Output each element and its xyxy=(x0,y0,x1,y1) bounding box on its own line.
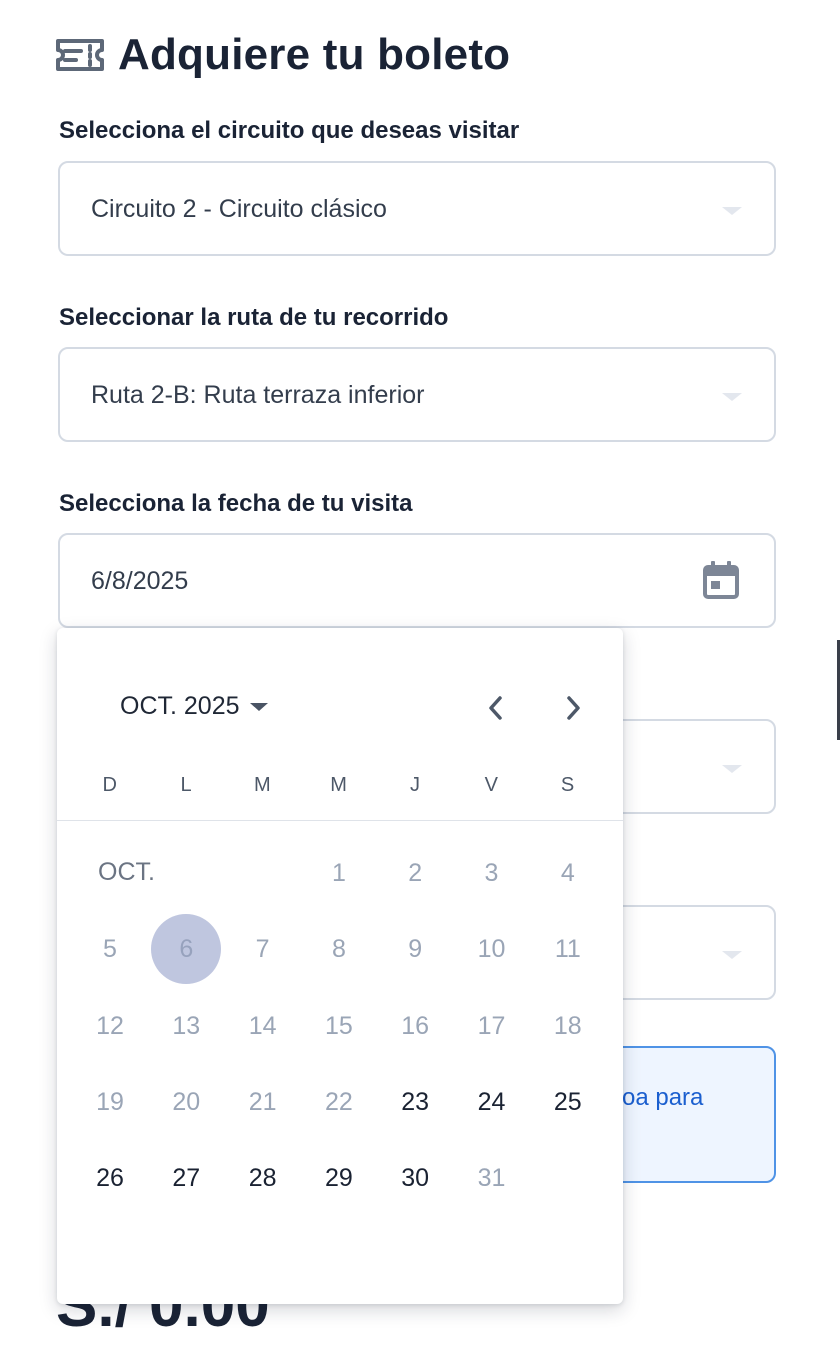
month-tag: OCT. xyxy=(98,858,155,886)
circuit-select-value: Circuito 2 - Circuito clásico xyxy=(91,195,387,223)
weekday-label: J xyxy=(409,774,421,796)
date-input[interactable]: 6/8/2025 xyxy=(58,533,776,628)
calendar-day[interactable]: 25 xyxy=(533,1067,603,1137)
info-notice-text: oa para xyxy=(622,1084,704,1111)
date-input-value: 6/8/2025 xyxy=(91,567,189,595)
calendar-day: 2 xyxy=(408,859,423,887)
calendar-day: 7 xyxy=(255,935,270,964)
calendar-day: 21 xyxy=(248,1087,277,1116)
page-header: Adquiere tu boleto xyxy=(54,30,510,80)
calendar-day: 19 xyxy=(96,1087,124,1116)
weekday-header-row: DLMMJVS xyxy=(57,774,623,804)
previous-month-button[interactable] xyxy=(476,688,516,728)
chevron-down-icon xyxy=(722,207,742,215)
weekday-label: V xyxy=(484,774,499,796)
calendar-day: 16 xyxy=(401,1011,430,1040)
chevron-left-icon xyxy=(489,696,502,720)
calendar-day: 14 xyxy=(248,1011,277,1040)
calendar-day: 12 xyxy=(96,1011,124,1040)
circuit-select[interactable]: Circuito 2 - Circuito clásico xyxy=(58,161,776,256)
calendar-day[interactable]: 28 xyxy=(228,1143,298,1213)
calendar-day[interactable]: 30 xyxy=(380,1143,450,1213)
calendar-day: 10 xyxy=(477,935,506,964)
chevron-down-icon xyxy=(722,765,742,773)
ticket-icon xyxy=(56,39,104,71)
route-select-value: Ruta 2-B: Ruta terraza inferior xyxy=(91,381,425,409)
next-month-button[interactable] xyxy=(553,688,593,728)
page-title: Adquiere tu boleto xyxy=(118,30,511,79)
calendar-day[interactable]: 23 xyxy=(380,1067,450,1137)
calendar-day[interactable]: 24 xyxy=(457,1067,527,1137)
weekday-label: M xyxy=(254,774,272,796)
calendar-day: 5 xyxy=(103,935,117,964)
divider xyxy=(57,820,623,821)
calendar-day: 8 xyxy=(331,935,346,964)
calendar-day[interactable]: 29 xyxy=(304,1143,374,1213)
weekday-label: M xyxy=(330,774,348,796)
calendar-day[interactable]: 26 xyxy=(75,1143,145,1213)
calendar-day: 31 xyxy=(477,1164,506,1193)
month-year-selector[interactable]: OCT. 2025 xyxy=(120,692,268,721)
weekday-label: S xyxy=(560,774,575,796)
calendar-day[interactable]: 27 xyxy=(151,1143,221,1213)
calendar-day: 9 xyxy=(408,935,423,964)
calendar-day: 3 xyxy=(484,859,499,887)
route-select[interactable]: Ruta 2-B: Ruta terraza inferior xyxy=(58,347,776,442)
chevron-down-icon xyxy=(722,951,742,959)
calendar-day: 1 xyxy=(331,859,346,887)
calendar-day: 4 xyxy=(560,859,575,887)
date-picker-header: OCT. 2025 xyxy=(57,688,623,728)
date-picker-popup: OCT. 2025 DLMMJVS OCT. 1 2 3 4 5 6 7 8 9 10 11 12 13… xyxy=(57,628,623,1304)
chevron-right-icon xyxy=(567,696,580,720)
caret-down-icon xyxy=(249,702,268,711)
calendar-day: 15 xyxy=(324,1011,353,1040)
calendar-day: 22 xyxy=(324,1087,353,1116)
circuit-label: Selecciona el circuito que deseas visita… xyxy=(59,117,520,144)
calendar-day: 11 xyxy=(554,935,581,964)
route-label: Seleccionar la ruta de tu recorrido xyxy=(59,304,449,331)
weekday-label: L xyxy=(180,774,193,796)
weekday-label: D xyxy=(102,774,118,796)
calendar-day: 18 xyxy=(553,1011,582,1040)
calendar-day: 17 xyxy=(477,1011,506,1040)
calendar-day-selected: 6 xyxy=(151,914,222,985)
chevron-down-icon xyxy=(722,393,742,401)
calendar-day: 13 xyxy=(172,1011,201,1040)
calendar-day: 20 xyxy=(172,1087,201,1116)
calendar-icon[interactable] xyxy=(702,560,740,600)
date-label: Selecciona la fecha de tu visita xyxy=(59,490,413,517)
month-year-label: OCT. 2025 xyxy=(120,692,240,720)
